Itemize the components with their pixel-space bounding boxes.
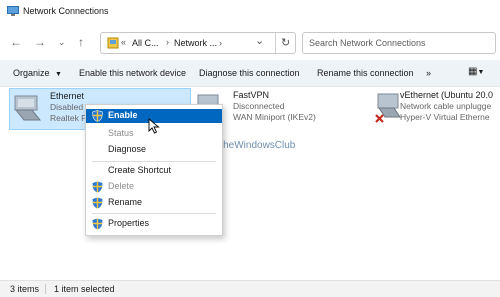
search-box[interactable]: Search Network Connections — [302, 32, 496, 54]
enable-device-button[interactable]: Enable this network device — [79, 68, 186, 78]
chevron-right-icon[interactable]: › — [166, 37, 169, 47]
network-connections-icon — [7, 6, 19, 16]
selection-count: 1 item selected — [54, 284, 115, 294]
uac-shield-icon — [92, 181, 103, 193]
uac-shield-icon — [92, 197, 103, 209]
title-bar: Network Connections — [0, 0, 500, 24]
item-device: Realtek P — [50, 113, 87, 123]
forward-icon[interactable]: → — [34, 35, 46, 49]
menu-item-label: Rename — [108, 197, 143, 207]
item-name: Ethernet — [50, 91, 85, 101]
status-separator — [45, 284, 46, 294]
window-title: Network Connections — [23, 6, 109, 16]
recent-locations-icon[interactable]: ⌄ — [58, 37, 66, 48]
mouse-cursor-icon — [148, 118, 160, 134]
menu-separator — [92, 213, 216, 214]
menu-item-rename[interactable]: Rename — [86, 196, 222, 210]
uac-shield-icon — [92, 218, 103, 230]
connection-item-vethernet[interactable]: vEthernet (Ubuntu 20.0 Network cable unp… — [372, 88, 500, 128]
item-name: FastVPN — [233, 90, 270, 100]
menu-separator — [92, 161, 216, 162]
menu-item-properties[interactable]: Properties — [86, 217, 222, 231]
uac-shield-icon — [92, 110, 103, 122]
up-icon[interactable]: ↑ — [78, 35, 84, 49]
control-panel-icon — [107, 37, 119, 49]
back-icon[interactable]: ← — [10, 35, 22, 49]
item-device: WAN Miniport (IKEv2) — [233, 112, 316, 122]
content-area: Ethernet Disabled Realtek P FastVPN Disc… — [0, 87, 500, 280]
view-options-icon[interactable]: ▦▼ — [468, 66, 484, 77]
item-status: Disabled — [50, 102, 84, 112]
refresh-button[interactable]: ↻ — [275, 33, 296, 53]
command-bar: Organize ▼ Enable this network device Di… — [0, 60, 500, 87]
menu-item-label: Status — [108, 128, 134, 138]
watermark-text: TheWindowsClub — [217, 140, 296, 151]
menu-item-label: Create Shortcut — [108, 165, 172, 175]
item-count: 3 items — [10, 284, 40, 294]
navigation-bar: ← → ⌄ ↑ « All C... › Network ... › ⌄ ↻ S… — [0, 24, 500, 60]
item-name: vEthernet (Ubuntu 20.0 — [400, 90, 494, 100]
menu-item-create-shortcut[interactable]: Create Shortcut — [86, 164, 222, 178]
menu-item-label: Enable — [108, 110, 138, 120]
menu-item-diagnose[interactable]: Diagnose — [86, 143, 222, 157]
organize-button[interactable]: Organize ▼ — [13, 68, 62, 78]
item-status: Disconnected — [233, 101, 285, 111]
dropdown-arrow-icon: ▼ — [55, 71, 62, 78]
menu-item-label: Diagnose — [108, 144, 147, 154]
item-device: Hyper-V Virtual Etherne — [400, 112, 490, 122]
breadcrumb-overflow[interactable]: « — [121, 37, 126, 47]
menu-item-label: Delete — [108, 181, 135, 191]
rename-button[interactable]: Rename this connection — [317, 68, 414, 78]
item-status: Network cable unplugge — [400, 101, 492, 111]
chevron-right-icon[interactable]: › — [219, 38, 222, 48]
diagnose-button[interactable]: Diagnose this connection — [199, 68, 300, 78]
ethernet-adapter-icon — [14, 95, 42, 121]
status-bar: 3 items 1 item selected — [0, 280, 500, 297]
more-commands-button[interactable]: » — [426, 68, 431, 78]
breadcrumb-item[interactable]: All C... — [132, 38, 159, 48]
address-bar[interactable]: « All C... › Network ... › ⌄ ↻ — [100, 32, 296, 54]
menu-item-label: Properties — [108, 218, 150, 228]
menu-item-delete[interactable]: Delete — [86, 180, 222, 194]
breadcrumb-item[interactable]: Network ... — [174, 38, 217, 48]
search-input[interactable]: Search Network Connections — [309, 38, 426, 48]
refresh-icon: ↻ — [281, 37, 291, 49]
address-dropdown-icon[interactable]: ⌄ — [255, 34, 264, 47]
organize-label: Organize — [13, 68, 50, 78]
